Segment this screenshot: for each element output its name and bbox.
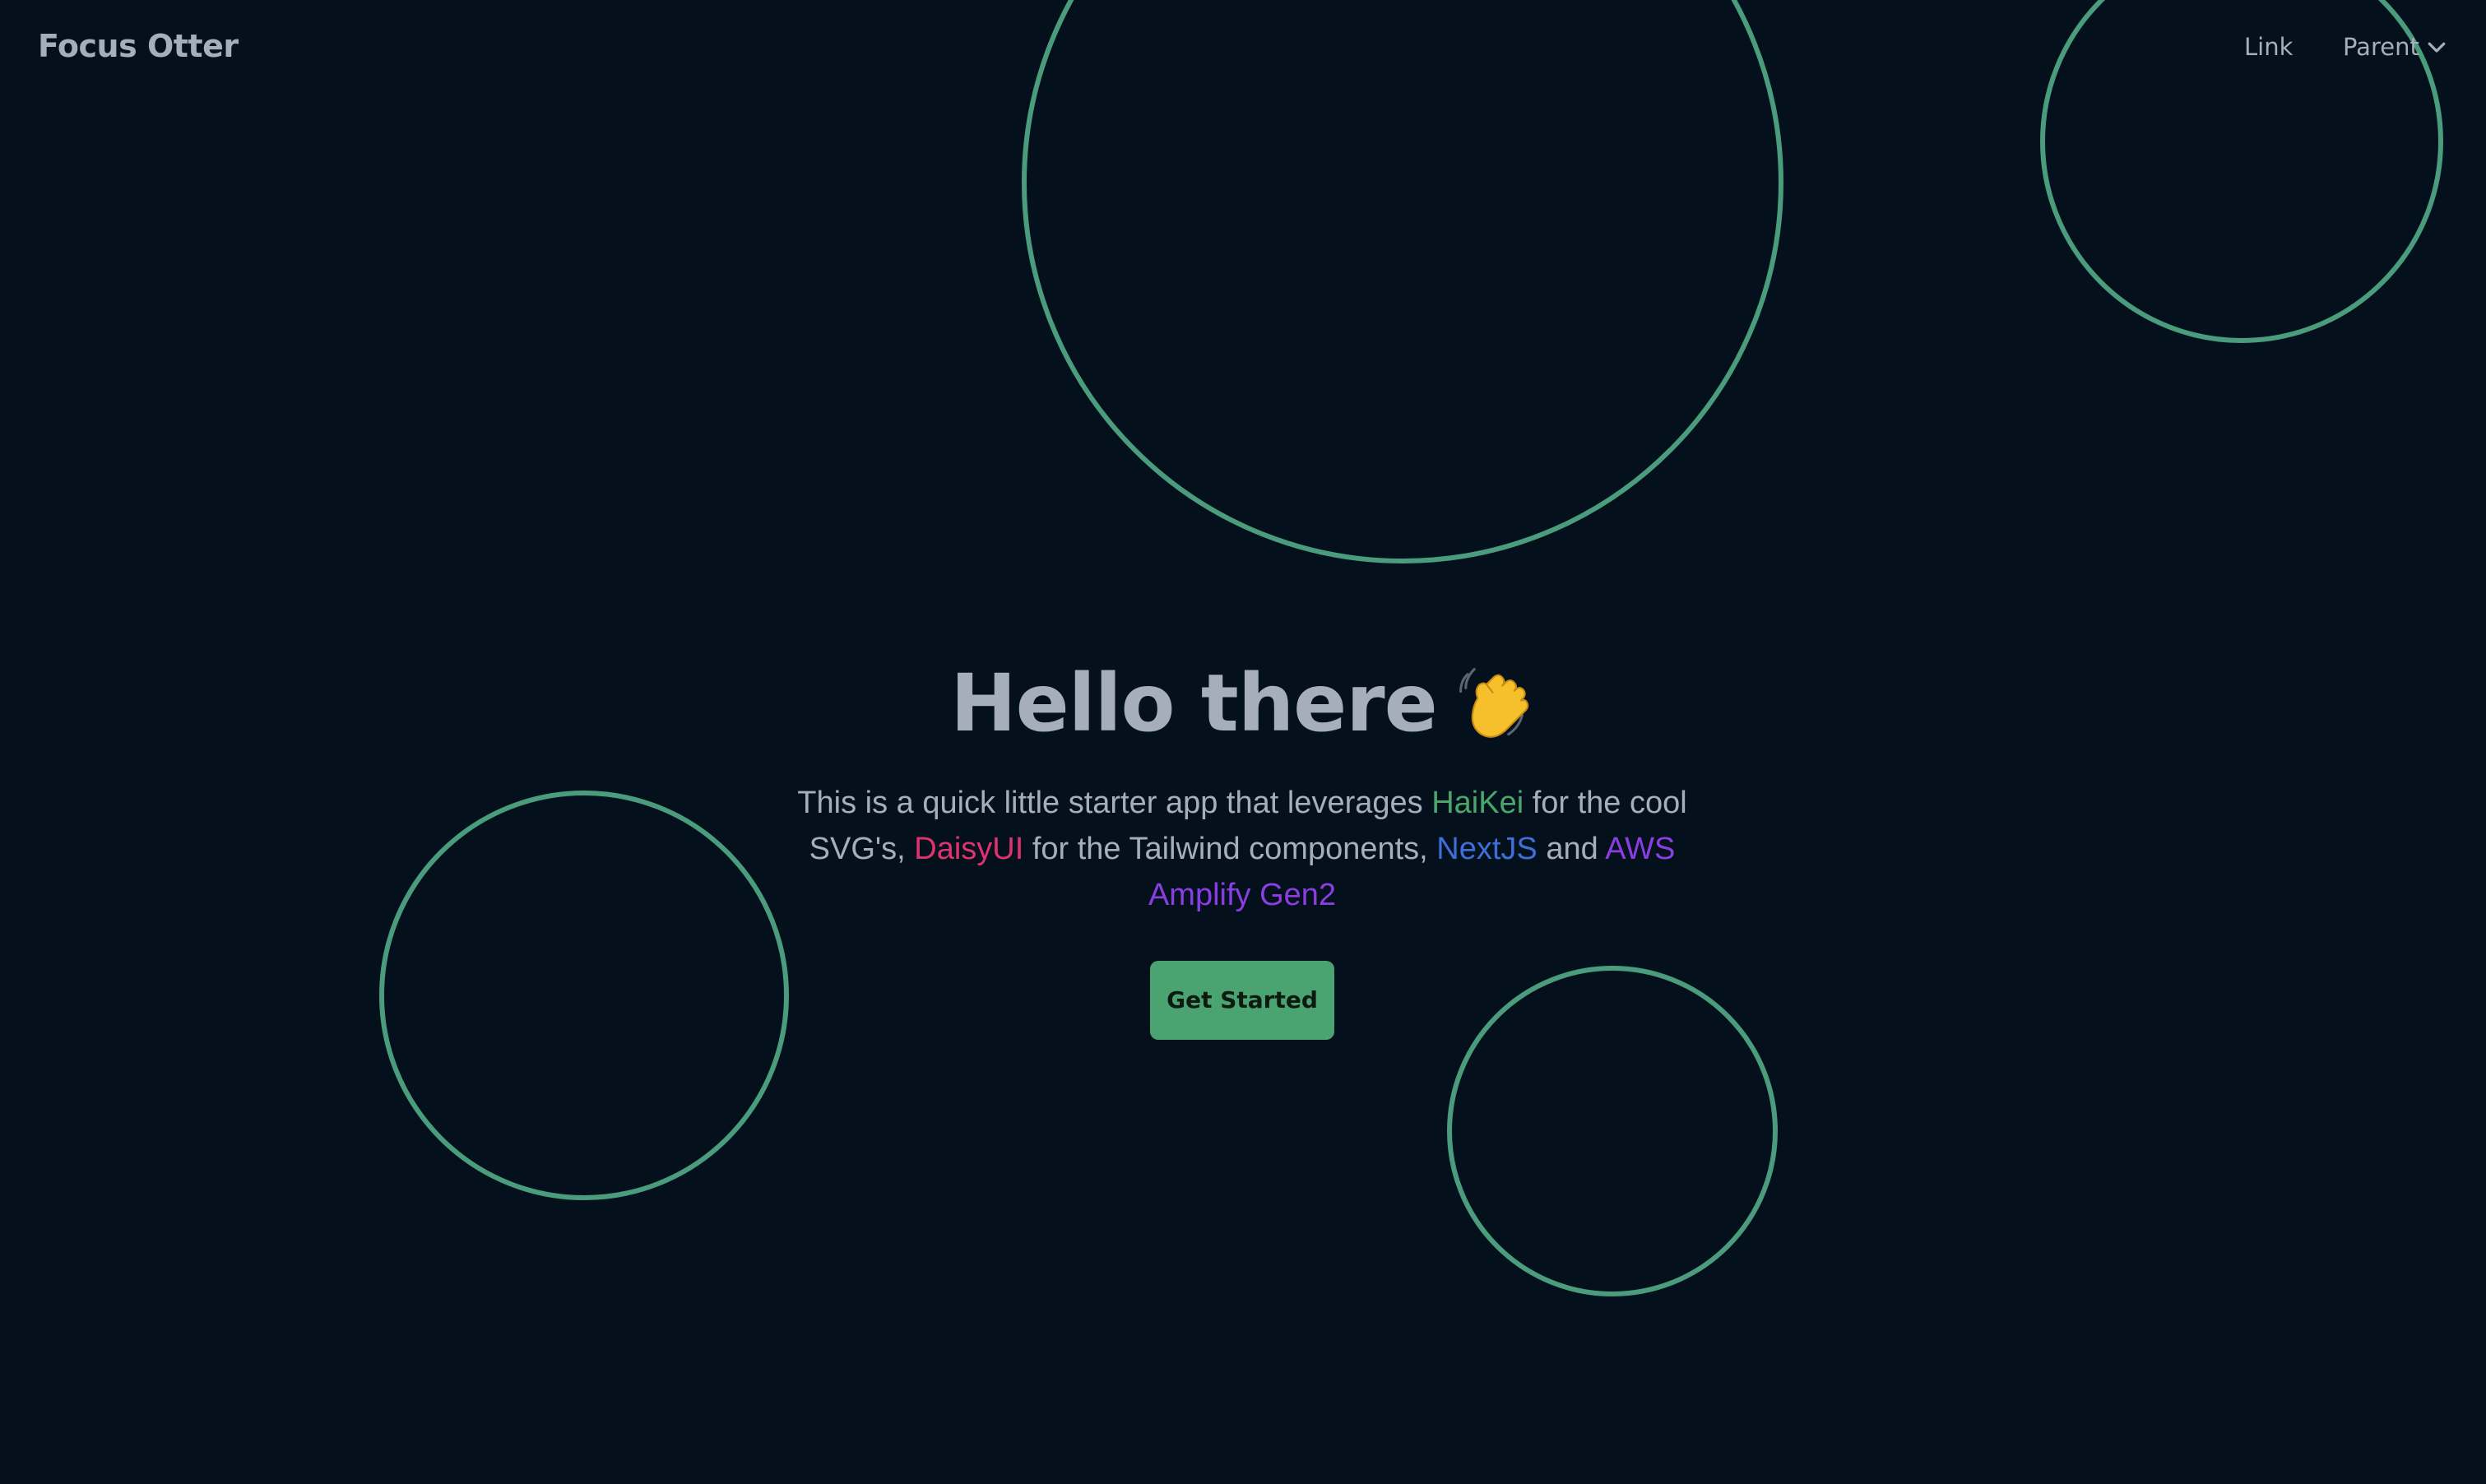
brand-logo[interactable]: Focus Otter — [38, 28, 239, 64]
get-started-button[interactable]: Get Started — [1150, 961, 1334, 1040]
nav-link[interactable]: Link — [2244, 33, 2293, 61]
navbar: Focus Otter Link Parent — [0, 0, 2486, 102]
hero-description: This is a quick little starter app that … — [790, 780, 1695, 918]
desc-part-3: for the Tailwind components, — [1023, 832, 1437, 866]
bg-circle-left — [379, 791, 789, 1200]
desc-part-1: This is a quick little starter app that … — [797, 786, 1432, 820]
hero: Hello there This is a quick little start… — [790, 650, 1695, 1040]
haikei-link[interactable]: HaiKei — [1431, 786, 1524, 820]
hero-title: Hello there — [790, 650, 1695, 757]
cta-wrapper: Get Started — [790, 961, 1695, 1040]
hero-title-text: Hello there — [950, 657, 1437, 749]
chevron-down-icon — [2428, 42, 2446, 53]
desc-part-4: and — [1537, 832, 1606, 866]
nav-parent-label: Parent — [2343, 33, 2419, 61]
daisyui-link[interactable]: DaisyUI — [914, 832, 1023, 866]
nav-parent-dropdown[interactable]: Parent — [2343, 33, 2449, 61]
waving-hand-icon — [1459, 667, 1528, 738]
nextjs-link[interactable]: NextJS — [1436, 832, 1537, 866]
